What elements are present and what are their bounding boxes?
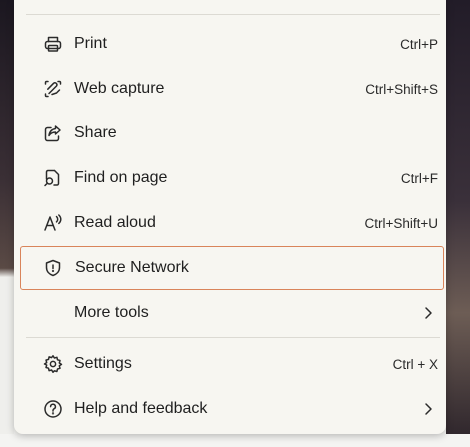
menu-item-shortcut: Ctrl+Shift+U (364, 215, 438, 231)
read-aloud-icon (43, 213, 63, 233)
browser-settings-menu: Print Ctrl+P Web capture Ctrl+Shift+S Sh… (14, 0, 446, 434)
menu-item-web-capture[interactable]: Web capture Ctrl+Shift+S (26, 71, 438, 107)
help-icon (43, 399, 63, 419)
chevron-right-icon (422, 305, 434, 321)
background-left-edge (0, 0, 14, 447)
find-on-page-icon (43, 168, 63, 188)
menu-item-read-aloud[interactable]: Read aloud Ctrl+Shift+U (26, 205, 438, 241)
chevron-right-icon (422, 401, 434, 417)
menu-item-label: Share (74, 124, 117, 141)
background-bottom-strip (0, 434, 470, 447)
printer-icon (43, 34, 63, 54)
menu-item-label: Find on page (74, 169, 168, 186)
menu-item-shortcut: Ctrl+F (400, 170, 438, 186)
menu-item-settings[interactable]: Settings Ctrl + X (26, 346, 438, 382)
menu-item-shortcut: Ctrl+P (400, 36, 438, 52)
menu-item-label: Web capture (74, 80, 165, 97)
menu-item-more-tools[interactable]: More tools (26, 295, 438, 331)
menu-item-help-and-feedback[interactable]: Help and feedback (26, 391, 438, 427)
menu-item-label: Settings (74, 355, 132, 372)
menu-item-label: Help and feedback (74, 400, 208, 417)
background-right-edge (446, 0, 470, 447)
menu-item-label: Secure Network (75, 259, 189, 276)
menu-item-shortcut: Ctrl+Shift+S (365, 81, 438, 97)
web-capture-icon (43, 79, 63, 99)
shield-icon (43, 258, 63, 278)
menu-item-label: More tools (74, 304, 149, 321)
menu-item-print[interactable]: Print Ctrl+P (26, 26, 438, 62)
menu-item-label: Read aloud (74, 214, 156, 231)
menu-item-secure-network[interactable]: Secure Network (20, 246, 444, 290)
menu-item-share[interactable]: Share (26, 115, 438, 151)
menu-item-label: Print (74, 35, 107, 52)
menu-divider (26, 337, 440, 338)
menu-item-find-on-page[interactable]: Find on page Ctrl+F (26, 160, 438, 196)
menu-item-shortcut: Ctrl + X (392, 356, 438, 372)
menu-divider-top (26, 14, 440, 15)
gear-icon (43, 354, 63, 374)
share-icon (43, 123, 63, 143)
